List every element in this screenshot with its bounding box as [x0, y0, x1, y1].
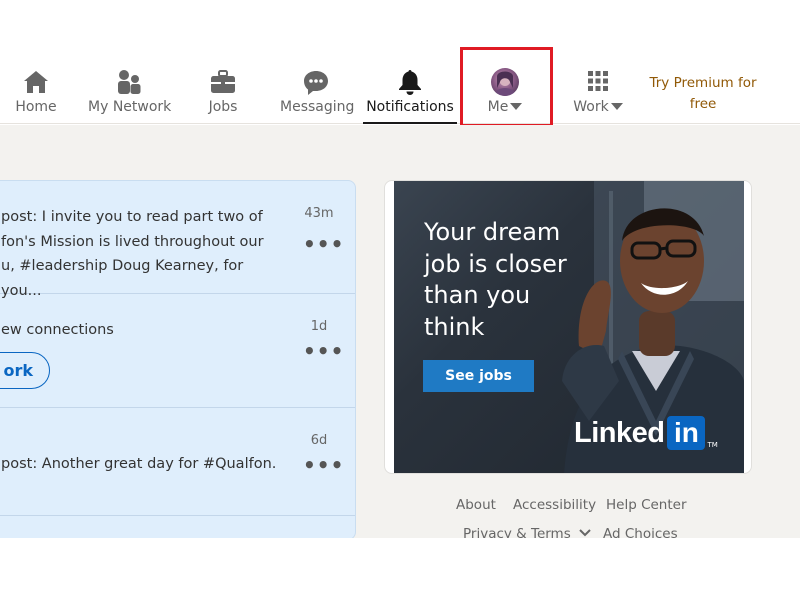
ad-banner-image[interactable]: Your dream job is closer than you think …: [394, 181, 744, 473]
footer-ad-choices-link[interactable]: Ad Choices: [603, 526, 678, 538]
nav-me-label-wrap: Me: [474, 99, 536, 115]
nav-jobs[interactable]: Jobs: [196, 66, 250, 124]
list-item[interactable]: post: I invite you to read part two of f…: [0, 181, 355, 299]
see-jobs-button[interactable]: See jobs: [423, 360, 534, 392]
grid-icon: [588, 71, 608, 91]
nav-work-menu[interactable]: Work: [568, 66, 628, 124]
more-options-icon[interactable]: •••: [303, 232, 343, 256]
chevron-down-icon: [610, 103, 623, 110]
notification-time: 6d: [310, 433, 328, 448]
list-item[interactable]: ew connections 1d ••• ork: [0, 294, 355, 408]
linkedin-logo-tm: TM: [707, 441, 718, 449]
notification-text: post: Another great day for #Qualfon.: [1, 456, 277, 472]
list-item[interactable]: post: Another great day for #Qualfon. 6d…: [0, 408, 355, 516]
people-icon: [118, 70, 141, 94]
linkedin-window: Home My Network Jobs Messaging Notificat…: [0, 0, 800, 600]
nav-my-network[interactable]: My Network: [88, 66, 172, 124]
notification-time: 43m: [304, 206, 334, 221]
nav-messaging-label: Messaging: [280, 99, 355, 115]
chevron-down-icon: [510, 103, 523, 110]
nav-work-label: Work: [573, 99, 609, 115]
footer-about-link[interactable]: About: [456, 497, 496, 513]
nav-me-menu[interactable]: Me: [474, 66, 536, 124]
notification-time: 1d: [310, 319, 328, 334]
try-premium-line1: Try Premium for: [649, 75, 757, 91]
notification-text-line: post: I invite you to read part two of: [1, 209, 263, 225]
linkedin-logo-box: in: [667, 416, 706, 450]
notification-text: post: I invite you to read part two of f…: [1, 205, 281, 303]
try-premium-link[interactable]: Try Premium for free: [640, 73, 766, 115]
chat-icon: [304, 71, 328, 95]
ad-headline-line: Your dream: [424, 218, 561, 246]
nav-home[interactable]: Home: [10, 66, 62, 124]
briefcase-icon: [211, 70, 235, 93]
bottom-blank-area: [0, 538, 800, 600]
try-premium-line2: free: [689, 96, 717, 112]
nav-notifications[interactable]: Notifications: [363, 66, 457, 124]
nav-notifications-label: Notifications: [366, 99, 454, 115]
notifications-list: post: I invite you to read part two of f…: [0, 180, 356, 538]
ad-headline-line: job is closer: [424, 249, 567, 278]
nav-home-label: Home: [15, 99, 57, 115]
nav-jobs-label: Jobs: [208, 99, 238, 115]
footer-help-center-link[interactable]: Help Center: [606, 497, 687, 513]
avatar: [491, 68, 519, 96]
nav-me-label: Me: [487, 99, 509, 115]
footer-privacy-terms-link[interactable]: Privacy & Terms: [463, 526, 591, 538]
footer-accessibility-link[interactable]: Accessibility: [513, 497, 596, 513]
chevron-down-icon: [579, 529, 591, 537]
my-network-button[interactable]: ork: [0, 352, 50, 389]
ad-card[interactable]: Your dream job is closer than you think …: [384, 180, 752, 474]
home-icon: [24, 71, 48, 93]
linkedin-logo: Linked in TM: [574, 415, 718, 451]
footer-privacy-terms-label: Privacy & Terms: [463, 526, 571, 538]
ad-headline: Your dream job is closer than you think: [424, 217, 584, 343]
linkedin-logo-word: Linked: [574, 416, 665, 449]
notification-text: ew connections: [1, 322, 114, 338]
ad-headline-line: think: [424, 312, 485, 341]
more-options-icon[interactable]: •••: [303, 453, 343, 477]
nav-work-label-wrap: Work: [568, 99, 628, 115]
bell-icon: [399, 70, 421, 95]
nav-messaging[interactable]: Messaging: [280, 66, 355, 124]
notification-text-line: fon's Mission is lived throughout our: [1, 233, 264, 250]
ad-headline-line: than you: [424, 281, 531, 309]
nav-my-network-label: My Network: [88, 99, 172, 115]
more-options-icon[interactable]: •••: [303, 339, 343, 363]
global-nav-bar: Home My Network Jobs Messaging Notificat…: [0, 0, 800, 127]
